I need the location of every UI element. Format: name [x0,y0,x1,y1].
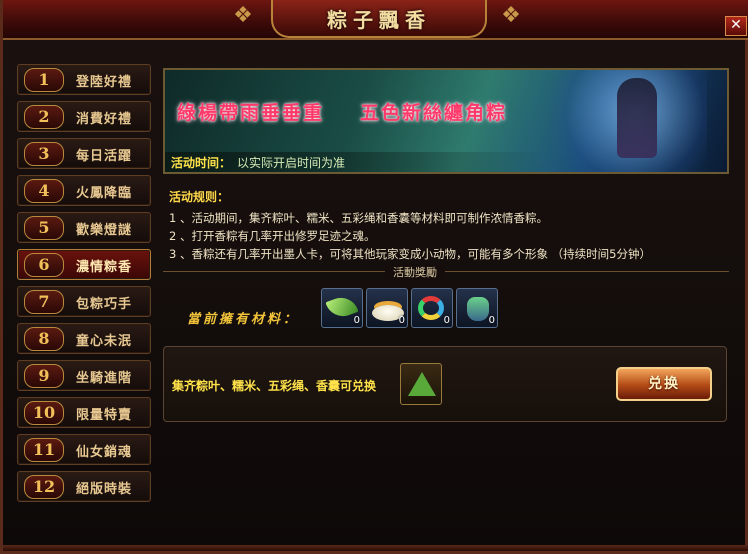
item-number-badge: 9 [24,364,64,388]
ornament-icon: ❖ [501,3,521,28]
material-slot-leaf[interactable]: 0 [321,288,363,328]
sidebar-item-phoenix[interactable]: 4 火鳳降臨 [17,175,151,206]
item-count: 0 [353,315,360,326]
sidebar-item-label: 歡樂燈謎 [76,223,133,238]
exchange-panel: 集齐粽叶、糯米、五彩绳、香囊可兑换 兑换 [163,346,727,422]
sidebar: 1 登陸好禮 2 消費好禮 3 每日活躍 4 火鳳降臨 5 歡樂燈謎 6 濃情粽… [17,64,155,508]
sidebar-item-label: 登陸好禮 [76,75,133,90]
title-bar: ❖ 粽子飄香 ❖ ✕ [3,0,748,40]
sidebar-item-label: 仙女銷魂 [76,445,133,460]
item-number-badge: 7 [24,290,64,314]
banner-title-part2: 五色新絲纏角粽 [360,102,508,124]
rewards-divider: 活動獎勵 [163,264,729,280]
sidebar-item-spend-gift[interactable]: 2 消費好禮 [17,101,151,132]
pouch-icon [467,297,489,321]
close-button[interactable]: ✕ [725,16,747,36]
rule-line: 3 、香粽还有几率开出墨人卡，可将其他玩家变成小动物，可能有多个形象 （持续时间… [169,247,651,261]
sidebar-item-label: 絕版時裝 [76,482,133,497]
title-plate: 粽子飄香 [271,0,487,38]
event-time-value: 以实际开启时间为准 [237,156,346,170]
sidebar-item-label: 坐騎進階 [76,371,133,386]
exchange-text: 集齐粽叶、糯米、五彩绳、香囊可兑换 [172,379,377,393]
item-count: 0 [398,315,405,326]
sidebar-item-exclusive-fashion[interactable]: 12 絕版時裝 [17,471,151,502]
material-slot-rice[interactable]: 0 [366,288,408,328]
bottom-border [3,545,748,551]
sidebar-item-zongzi-making[interactable]: 7 包粽巧手 [17,286,151,317]
sidebar-item-label: 包粽巧手 [76,297,133,312]
item-number-badge: 6 [24,253,64,277]
window-title: 粽子飄香 [327,7,431,32]
item-number-badge: 3 [24,142,64,166]
item-number-badge: 4 [24,179,64,203]
item-number-badge: 10 [24,401,64,425]
sidebar-item-label: 濃情粽香 [76,260,133,275]
sidebar-item-childlike[interactable]: 8 童心未泯 [17,323,151,354]
rules-title: 活动规则： [169,190,230,204]
exchange-button[interactable]: 兑换 [616,367,712,401]
item-number-badge: 2 [24,105,64,129]
event-time: 活动时间： 以实际开启时间为准 [165,152,545,172]
sidebar-item-label: 每日活躍 [76,149,133,164]
banner-title: 綠楊帶雨垂垂重 五色新絲纏角粽 [177,98,507,125]
sidebar-item-zongzi-fragrance[interactable]: 6 濃情粽香 [17,249,151,280]
event-time-label: 活动时间： [171,156,232,170]
sidebar-item-daily-active[interactable]: 3 每日活躍 [17,138,151,169]
item-number-badge: 1 [24,68,64,92]
item-count: 0 [488,315,495,326]
sidebar-item-label: 火鳳降臨 [76,186,133,201]
event-banner: 綠楊帶雨垂垂重 五色新絲纏角粽 活动时间： 以实际开启时间为准 [163,68,729,174]
item-number-badge: 12 [24,475,64,499]
divider-line [163,271,729,272]
rope-icon [418,296,444,320]
sidebar-item-lantern-riddle[interactable]: 5 歡樂燈謎 [17,212,151,243]
item-number-badge: 8 [24,327,64,351]
reward-slot-zongzi[interactable] [400,363,442,405]
rewards-label: 活動獎勵 [385,264,445,280]
sidebar-item-label: 消費好禮 [76,112,133,127]
material-slot-rope[interactable]: 0 [411,288,453,328]
banner-title-part1: 綠楊帶雨垂垂重 [177,102,325,124]
ornament-icon: ❖ [233,3,253,28]
zongzi-icon [408,372,436,396]
event-window: ❖ 粽子飄香 ❖ ✕ 1 登陸好禮 2 消費好禮 3 每日活躍 4 火鳳降臨 5… [0,0,748,554]
item-count: 0 [443,315,450,326]
sidebar-item-fairy[interactable]: 11 仙女銷魂 [17,434,151,465]
sidebar-item-label: 限量特賣 [76,408,133,423]
rule-line: 2 、打开香粽有几率开出修罗足迹之魂。 [169,229,376,243]
item-number-badge: 5 [24,216,64,240]
sidebar-item-mount-advance[interactable]: 9 坐騎進階 [17,360,151,391]
sidebar-item-limited-sale[interactable]: 10 限量特賣 [17,397,151,428]
sidebar-item-login-gift[interactable]: 1 登陸好禮 [17,64,151,95]
banner-character [617,78,657,158]
material-slot-pouch[interactable]: 0 [456,288,498,328]
rule-line: 1 、活动期间，集齐粽叶、糯米、五彩绳和香囊等材料即可制作浓情香粽。 [169,211,548,225]
owned-materials-label: 當前擁有材料： [187,312,300,327]
item-number-badge: 11 [24,438,64,462]
sidebar-item-label: 童心未泯 [76,334,133,349]
